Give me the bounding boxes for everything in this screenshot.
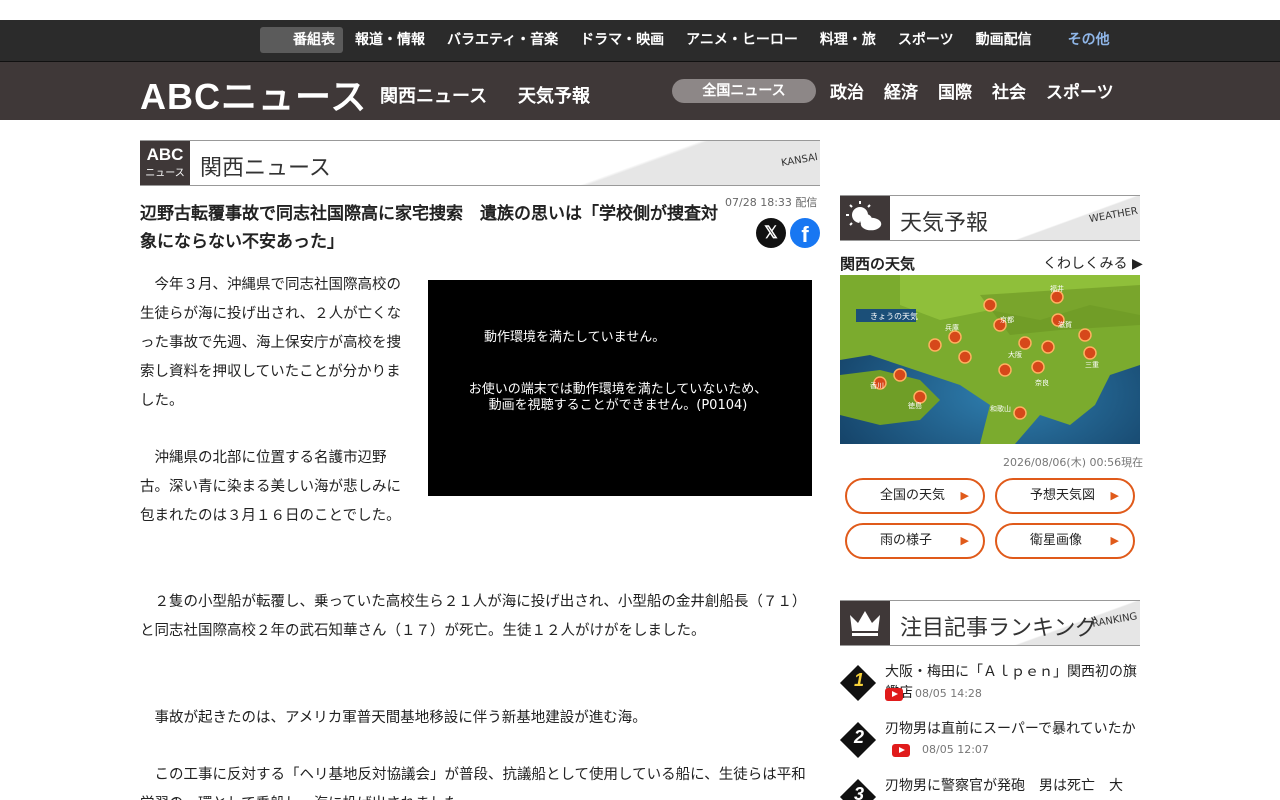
ranking-item[interactable]: 3 刃物男に警察官が発砲 男は死亡 大 — [839, 774, 1140, 800]
weather-link[interactable]: 天気予報 — [518, 82, 590, 108]
weather-timestamp: 2026/08/06(木) 00:56現在 — [1003, 456, 1144, 469]
rank-number: 1 — [853, 670, 864, 690]
national-weather-button[interactable]: 全国の天気 ▶ — [845, 478, 985, 514]
nav-anime-hero[interactable]: アニメ・ヒーロー — [686, 27, 798, 53]
svg-text:三重: 三重 — [1085, 361, 1099, 369]
svg-text:香川: 香川 — [870, 381, 884, 390]
ranking-item[interactable]: 2 刃物男は直前にスーパーで暴れていたか 08/05 12:07 — [839, 717, 1140, 774]
facebook-share-icon[interactable]: f — [790, 218, 820, 248]
video-player[interactable]: 動作環境を満たしていません。 お使いの端末では動作環境を満たしていないため、 動… — [428, 280, 812, 496]
category-international[interactable]: 国際 — [938, 78, 972, 103]
video-error-title: 動作環境を満たしていません。 — [484, 330, 666, 345]
ranking-list: 1 大阪・梅田に「Ａｌｐｅｎ」関西初の旗艦店 08/05 14:28 2 刃物男… — [839, 660, 1140, 800]
ranking-en-label: RANKING — [1091, 611, 1139, 630]
ranking-section-header: 注目記事ランキング RANKING — [840, 600, 1140, 646]
svg-text:きょうの天気: きょうの天気 — [870, 311, 918, 321]
x-share-icon[interactable]: 𝕏 — [756, 218, 786, 248]
ranking-title: 注目記事ランキング — [900, 616, 1098, 641]
nav-sports[interactable]: スポーツ — [898, 27, 954, 53]
nav-program-guide[interactable]: 番組表 — [260, 27, 343, 53]
nav-drama-movie[interactable]: ドラマ・映画 — [580, 27, 664, 53]
nav-other[interactable]: その他 — [1068, 27, 1110, 53]
top-navigation: 番組表 報道・情報 バラエティ・音楽 ドラマ・映画 アニメ・ヒーロー 料理・旅 … — [0, 20, 1280, 62]
video-error-message: お使いの端末では動作環境を満たしていないため、 動画を視聴することができません。… — [468, 382, 768, 413]
article-paragraph: 今年３月、沖縄県で同志社国際高校の生徒らが海に投げ出され、２人が亡くなった事故で… — [140, 277, 402, 409]
arrow-right-icon: ▶ — [1110, 489, 1119, 502]
article-paragraph: この工事に反対する「ヘリ基地反対協議会」が普段、抗議船として使用している船に、生… — [140, 767, 806, 800]
article-date: 07/28 18:33 配信 — [725, 196, 818, 209]
satellite-image-button[interactable]: 衛星画像 ▶ — [995, 523, 1135, 559]
svg-text:京都: 京都 — [1000, 315, 1014, 324]
category-politics[interactable]: 政治 — [830, 78, 864, 103]
nav-cooking-travel[interactable]: 料理・旅 — [820, 27, 876, 53]
category-nav: 全国ニュース 政治 経済 国際 社会 スポーツ — [672, 78, 1134, 103]
weather-en-label: WEATHER — [1088, 205, 1139, 226]
weather-more-link[interactable]: くわしくみる ▶ — [1043, 253, 1143, 273]
rank-number: 2 — [853, 727, 864, 747]
ranking-item-title: 刃物男に警察官が発砲 男は死亡 大 — [885, 778, 1123, 794]
ranking-item-title: 刃物男は直前にスーパーで暴れていたか — [885, 721, 1136, 737]
forecast-map-button[interactable]: 予想天気図 ▶ — [995, 478, 1135, 514]
svg-text:徳島: 徳島 — [908, 401, 922, 410]
crown-icon — [840, 601, 890, 645]
category-economy[interactable]: 経済 — [884, 78, 918, 103]
category-sports[interactable]: スポーツ — [1046, 78, 1114, 103]
article-paragraph: 沖縄県の北部に位置する名護市辺野古。深い青に染まる美しい海が悲しみに包まれたのは… — [140, 450, 401, 524]
nav-news-info[interactable]: 報道・情報 — [355, 27, 425, 53]
ranking-item-meta: 08/05 12:07 — [885, 743, 989, 757]
abc-news-logo[interactable]: ABCニュース — [140, 68, 367, 120]
rain-status-button[interactable]: 雨の様子 ▶ — [845, 523, 985, 559]
category-society[interactable]: 社会 — [992, 78, 1026, 103]
kansai-weather-heading: 関西の天気 — [840, 255, 916, 273]
ranking-item[interactable]: 1 大阪・梅田に「Ａｌｐｅｎ」関西初の旗艦店 08/05 14:28 — [839, 660, 1140, 717]
youtube-icon — [885, 687, 903, 701]
arrow-right-icon: ▶ — [960, 534, 969, 547]
ranking-item-meta: 08/05 14:28 — [885, 687, 982, 701]
article-paragraph: 事故が起きたのは、アメリカ軍普天間基地移設に伴う新基地建設が進む海。 — [140, 710, 647, 726]
youtube-icon — [892, 743, 910, 757]
nav-video[interactable]: 動画配信 — [976, 27, 1032, 53]
svg-text:兵庫: 兵庫 — [945, 323, 959, 332]
svg-text:滋賀: 滋賀 — [1058, 320, 1072, 329]
article-headline: 辺野古転覆事故で同志社国際高に家宅捜索 遺族の思いは「学校側が捜査対象にならない… — [140, 204, 718, 252]
abc-news-badge: ABC ニュース — [140, 141, 190, 185]
weather-title: 天気予報 — [900, 211, 989, 236]
section-en-label: KANSAI — [780, 151, 819, 170]
nav-variety-music[interactable]: バラエティ・音楽 — [447, 27, 558, 53]
kansai-news-link[interactable]: 関西ニュース — [380, 82, 487, 108]
section-title: 関西ニュース — [200, 156, 331, 181]
section-header: ABC ニュース 関西ニュース KANSAI — [140, 140, 820, 186]
weather-section-header: 天気予報 WEATHER — [840, 195, 1140, 241]
brand-bar: ABCニュース 関西ニュース 天気予報 全国ニュース 政治 経済 国際 社会 ス… — [0, 62, 1280, 120]
weather-map[interactable]: きょうの天気 福井 京都 滋賀 兵庫 大阪 三重 奈良 香川 徳島 和歌山 — [840, 275, 1140, 444]
arrow-right-icon: ▶ — [1110, 534, 1119, 547]
article-paragraph: ２隻の小型船が転覆し、乗っていた高校生ら２１人が海に投げ出され、小型船の金井創船… — [140, 594, 807, 639]
sun-cloud-icon — [840, 196, 890, 240]
category-national[interactable]: 全国ニュース — [672, 78, 816, 103]
svg-text:奈良: 奈良 — [1035, 378, 1049, 387]
svg-text:福井: 福井 — [1050, 284, 1064, 293]
rank-number: 3 — [853, 784, 864, 800]
svg-text:和歌山: 和歌山 — [990, 404, 1011, 413]
arrow-right-icon: ▶ — [960, 489, 969, 502]
svg-text:大阪: 大阪 — [1008, 350, 1022, 359]
